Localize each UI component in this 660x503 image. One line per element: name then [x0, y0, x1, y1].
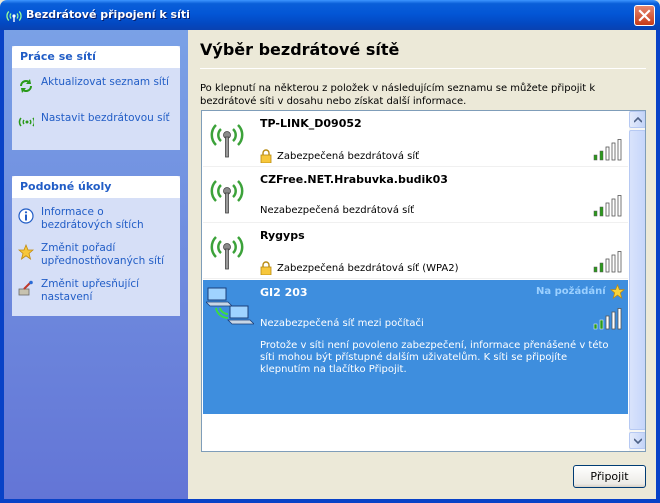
on-demand-badge-text: Na požádání: [536, 286, 606, 297]
info-icon: [18, 208, 34, 224]
preferred-star-icon: [609, 284, 625, 299]
change-advanced-settings-link[interactable]: Změnit upřesňující nastavení: [18, 274, 174, 310]
vertical-scrollbar[interactable]: [629, 111, 645, 451]
chevron-down-icon: [634, 438, 642, 444]
star-icon: [18, 244, 34, 260]
network-item-czfree[interactable]: CZFree.NET.Hrabuvka.budik03 Nezabezpečen…: [203, 167, 628, 223]
setup-wireless-network-link[interactable]: Nastavit bezdrátovou síť: [18, 108, 174, 144]
refresh-icon: [20, 79, 32, 93]
window-title: Bezdrátové připojení k síti: [26, 8, 190, 21]
wireless-info-link[interactable]: Informace o bezdrátových sítích: [18, 202, 174, 238]
intro-text: Po klepnutí na některou z položek v násl…: [200, 83, 596, 107]
antenna-icon: [210, 236, 244, 270]
scroll-down-button[interactable]: [629, 432, 645, 449]
lock-icon: [260, 261, 272, 275]
wireless-icon: [6, 11, 22, 22]
computer-to-computer-icon: [206, 287, 254, 325]
network-status-text: Zabezpečená bezdrátová síť (WPA2): [277, 262, 459, 274]
main-content: Výběr bezdrátové sítě Po klepnutí na něk…: [188, 30, 656, 499]
wireless-setup-icon: [18, 117, 34, 127]
window-frame-bottom: [0, 499, 660, 503]
network-list[interactable]: TP-LINK_D09052 Zabezpečená bezdrátová sí…: [201, 110, 646, 452]
network-status-text: Zabezpečená bezdrátová síť: [277, 150, 420, 162]
title-bar: Bezdrátové připojení k síti: [0, 0, 660, 30]
related-tasks-heading: Podobné úkoly: [12, 176, 180, 198]
signal-strength-icon: [593, 139, 622, 161]
close-button[interactable]: [634, 5, 655, 26]
lock-icon: [260, 149, 272, 163]
network-status: Zabezpečená bezdrátová síť (WPA2): [260, 261, 459, 275]
refresh-network-list-label: Aktualizovat seznam sítí: [41, 76, 169, 88]
network-status: Nezabezpečená bezdrátová síť: [260, 205, 414, 216]
network-status: Nezabezpečená síť mezi počítači: [260, 318, 424, 329]
network-status-text: Nezabezpečená síť mezi počítači: [260, 318, 424, 329]
network-name: Rygyps: [260, 229, 305, 242]
network-item-gi2-203[interactable]: GI2 203 Na požádání Nezabezpečená síť me…: [203, 280, 628, 414]
related-tasks-panel: Podobné úkoly Informace o bezdrátových s…: [12, 176, 180, 316]
network-status-text: Nezabezpečená bezdrátová síť: [260, 205, 415, 216]
setup-wireless-network-label: Nastavit bezdrátovou síť: [41, 112, 170, 124]
signal-strength-icon: [593, 195, 622, 217]
change-advanced-settings-label: Změnit upřesňující nastavení: [41, 278, 140, 303]
network-name: TP-LINK_D09052: [260, 117, 362, 130]
scroll-up-button[interactable]: [629, 111, 645, 128]
network-name: GI2 203: [260, 286, 308, 299]
network-item-rygyps[interactable]: Rygyps Zabezpečená bezdrátová síť (WPA2): [203, 223, 628, 279]
scroll-thumb[interactable]: [629, 130, 645, 430]
refresh-network-list-link[interactable]: Aktualizovat seznam sítí: [18, 72, 174, 108]
on-demand-badge: Na požádání: [536, 284, 625, 299]
antenna-icon: [210, 180, 244, 214]
signal-strength-icon: [593, 251, 622, 273]
window-frame-right: [656, 30, 660, 503]
title-divider: [200, 68, 646, 69]
wireless-info-label: Informace o bezdrátových sítích: [41, 206, 144, 231]
sidebar: Práce se sítí Aktualizovat seznam sítí N…: [4, 30, 188, 499]
network-status: Zabezpečená bezdrátová síť: [260, 149, 419, 163]
chevron-up-icon: [634, 117, 642, 123]
network-tasks-panel: Práce se sítí Aktualizovat seznam sítí N…: [12, 46, 180, 150]
close-icon: [638, 9, 651, 22]
network-description: Protože v síti není povoleno zabezpečení…: [260, 340, 609, 375]
page-title: Výběr bezdrátové sítě: [200, 40, 400, 59]
connect-button[interactable]: Připojit: [573, 465, 646, 488]
network-name: CZFree.NET.Hrabuvka.budik03: [260, 173, 448, 186]
change-preferred-order-label: Změnit pořadí upřednostňovaných sítí: [41, 242, 164, 267]
settings-icon: [18, 280, 33, 296]
network-item-tp-link[interactable]: TP-LINK_D09052 Zabezpečená bezdrátová sí…: [203, 111, 628, 167]
network-tasks-heading: Práce se sítí: [12, 46, 180, 68]
change-preferred-order-link[interactable]: Změnit pořadí upřednostňovaných sítí: [18, 238, 174, 274]
signal-strength-icon: [593, 308, 622, 330]
antenna-icon: [210, 124, 244, 158]
